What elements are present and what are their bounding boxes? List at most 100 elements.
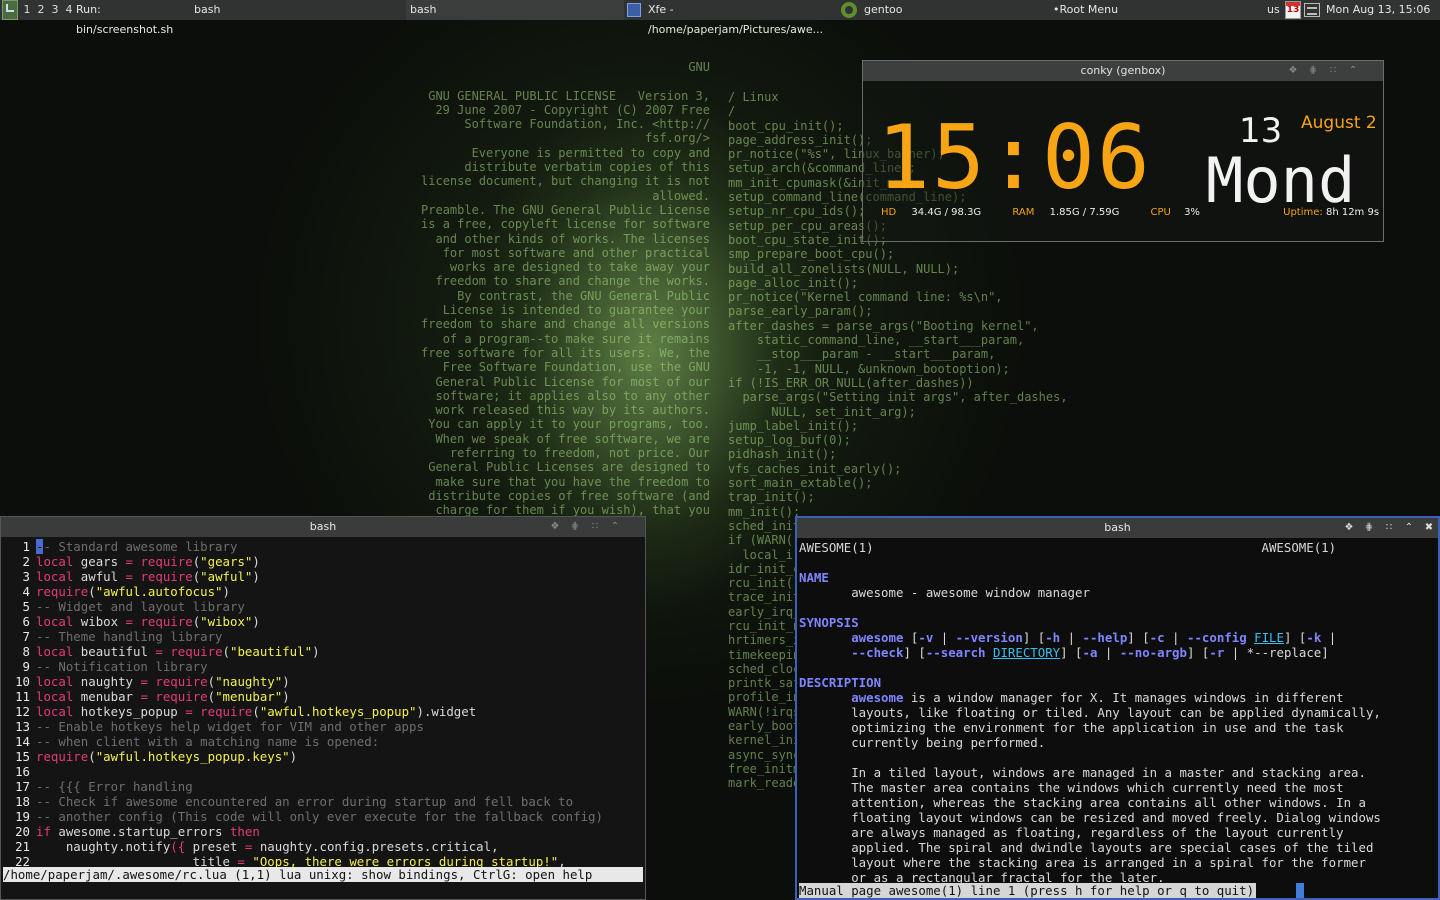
task-gentoo[interactable]: gentoo <box>864 0 1034 20</box>
calendar-icon[interactable]: 13 <box>1285 1 1301 19</box>
floating-toggle-icon[interactable]: ❖ <box>1287 65 1299 77</box>
code-token: require <box>155 674 208 689</box>
task-run-screenshot[interactable]: Run: bin/screenshot.sh <box>76 0 192 36</box>
line-number: 4 <box>22 584 30 599</box>
line-number: 8 <box>22 644 30 659</box>
hd-value: 34.4G / 98.3G <box>911 207 982 218</box>
code-token: = <box>185 704 193 719</box>
task-bash-1[interactable]: bash <box>194 0 404 20</box>
code-token: -k <box>1306 630 1322 645</box>
man-line: awesome is a window manager for X. It ma… <box>799 690 1429 705</box>
task-xfe[interactable]: Xfe - /home/paperjam/Pictures/awe... <box>648 0 838 36</box>
ontop-toggle-icon[interactable]: ∷ <box>1327 65 1339 77</box>
code-token: "beautiful" <box>230 644 313 659</box>
line-number: 18 <box>15 794 30 809</box>
sticky-toggle-icon[interactable]: ⋕ <box>1307 65 1319 77</box>
code-token: -a <box>1082 645 1098 660</box>
code-token: "menubar" <box>215 689 283 704</box>
code-token: | <box>1097 645 1120 660</box>
terminal-titlebar[interactable]: bash ❖ ⋕ ∷ ⌃ <box>1 517 645 537</box>
man-line: layout where the stacking area is arrang… <box>799 855 1429 870</box>
code-token: --version <box>955 630 1023 645</box>
line-number: 13 <box>15 719 30 734</box>
line-number: 1 <box>22 539 30 554</box>
line-number: 7 <box>22 629 30 644</box>
line-number: 17 <box>15 779 30 794</box>
terminal-window-vim[interactable]: bash ❖ ⋕ ∷ ⌃ 1 -- Standard awesome librar… <box>0 516 646 900</box>
floating-toggle-icon[interactable]: ❖ <box>1343 522 1355 534</box>
ontop-toggle-icon[interactable]: ∷ <box>1383 522 1395 534</box>
conky-titlebar[interactable]: conky (genbox) ❖ ⋕ ∷ ⌃ <box>863 61 1383 81</box>
man-line: attention, whereas the stacking area con… <box>799 795 1429 810</box>
tag-3[interactable]: 3 <box>49 0 61 20</box>
man-line: applied. The spiral and dwindle layouts … <box>799 840 1429 855</box>
keyboard-layout-indicator[interactable]: us <box>1267 0 1280 20</box>
code-token: -v <box>918 630 934 645</box>
code-token: local <box>36 674 74 689</box>
code-token: ] [ <box>1060 645 1083 660</box>
code-token: menubar <box>73 689 141 704</box>
code-token: local <box>36 689 74 704</box>
code-token: local <box>36 614 74 629</box>
vim-line: 18 -- Check if awesome encountered an err… <box>4 794 644 809</box>
code-token: The master area contains the windows whi… <box>799 780 1344 795</box>
mail-icon[interactable] <box>1304 3 1320 17</box>
code-token: "awful.hotkeys_popup" <box>259 704 417 719</box>
man-line <box>799 750 1429 765</box>
task-label: Xfe - /home/paperjam/Pictures/awe... <box>648 3 824 36</box>
code-token: is a window manager for X. It manages wi… <box>903 690 1344 705</box>
sticky-toggle-icon[interactable]: ⋕ <box>569 521 581 533</box>
code-token: ] [ <box>903 645 926 660</box>
conky-stats: HD 34.4G / 98.3G RAM 1.85G / 7.59G CPU 3… <box>881 207 1379 218</box>
code-token: | <box>1321 630 1337 645</box>
code-token: = <box>125 569 133 584</box>
maximize-icon[interactable]: ⌃ <box>1347 65 1359 77</box>
code-token: = <box>125 554 133 569</box>
code-token: ) <box>282 674 290 689</box>
code-token: -h <box>1045 630 1061 645</box>
sticky-toggle-icon[interactable]: ⋕ <box>1363 522 1375 534</box>
maximize-icon[interactable]: ⌃ <box>609 521 621 533</box>
close-icon[interactable]: ✖ <box>1423 522 1435 534</box>
ontop-toggle-icon[interactable]: ∷ <box>589 521 601 533</box>
code-token: [ <box>903 630 919 645</box>
hd-label: HD <box>881 207 897 218</box>
task-label: bash <box>194 3 221 16</box>
maximize-icon[interactable]: ⌃ <box>1403 522 1415 534</box>
code-token: | <box>1164 630 1187 645</box>
panel-clock[interactable]: Mon Aug 13, 15:06 <box>1326 0 1430 20</box>
vim-line: 5 -- Widget and layout library <box>4 599 644 614</box>
code-token: -- Widget and layout library <box>36 599 245 614</box>
root-menu-button[interactable]: •Root Menu <box>1053 0 1118 20</box>
code-token: - Standard awesome library <box>43 539 238 554</box>
code-token: naughty <box>73 674 141 689</box>
code-token: -- Theme handling library <box>36 629 223 644</box>
code-token: ] [ <box>1186 645 1210 660</box>
code-token: require <box>155 689 208 704</box>
code-token: ) <box>252 554 260 569</box>
task-label: bash <box>410 3 437 16</box>
tag-2[interactable]: 2 <box>35 0 47 20</box>
code-token: | <box>933 630 956 645</box>
terminal-window-man[interactable]: bash ❖ ⋕ ∷ ⌃ ✖ AWESOME(1) AWESOME(1) NAME… <box>795 516 1440 900</box>
tag-4[interactable]: 4 <box>63 0 75 20</box>
launcher-menu-button[interactable] <box>2 0 18 20</box>
code-token: ( <box>207 689 216 704</box>
line-number: 9 <box>22 659 30 674</box>
code-token: are always managed as floating, regardle… <box>799 825 1344 840</box>
line-number: 2 <box>22 554 30 569</box>
tag-1[interactable]: 1 <box>21 0 33 20</box>
code-token: -- when client with a matching name is o… <box>36 734 380 749</box>
terminal-titlebar[interactable]: bash ❖ ⋕ ∷ ⌃ ✖ <box>797 518 1438 538</box>
vim-editor-buffer[interactable]: 1 -- Standard awesome library 2 local gears… <box>4 539 644 869</box>
code-token: --no-argb <box>1119 645 1187 660</box>
code-token: ] [ <box>1127 630 1150 645</box>
man-page-content[interactable]: AWESOME(1) AWESOME(1) NAME awesome - awes… <box>799 540 1429 885</box>
code-token: hotkeys_popup <box>73 704 186 719</box>
line-number: 10 <box>15 674 30 689</box>
code-token: --search <box>925 645 986 660</box>
floating-toggle-icon[interactable]: ❖ <box>549 521 561 533</box>
code-token: -- Check if awesome encountered an error… <box>36 794 574 809</box>
task-bash-2[interactable]: bash <box>406 0 624 20</box>
